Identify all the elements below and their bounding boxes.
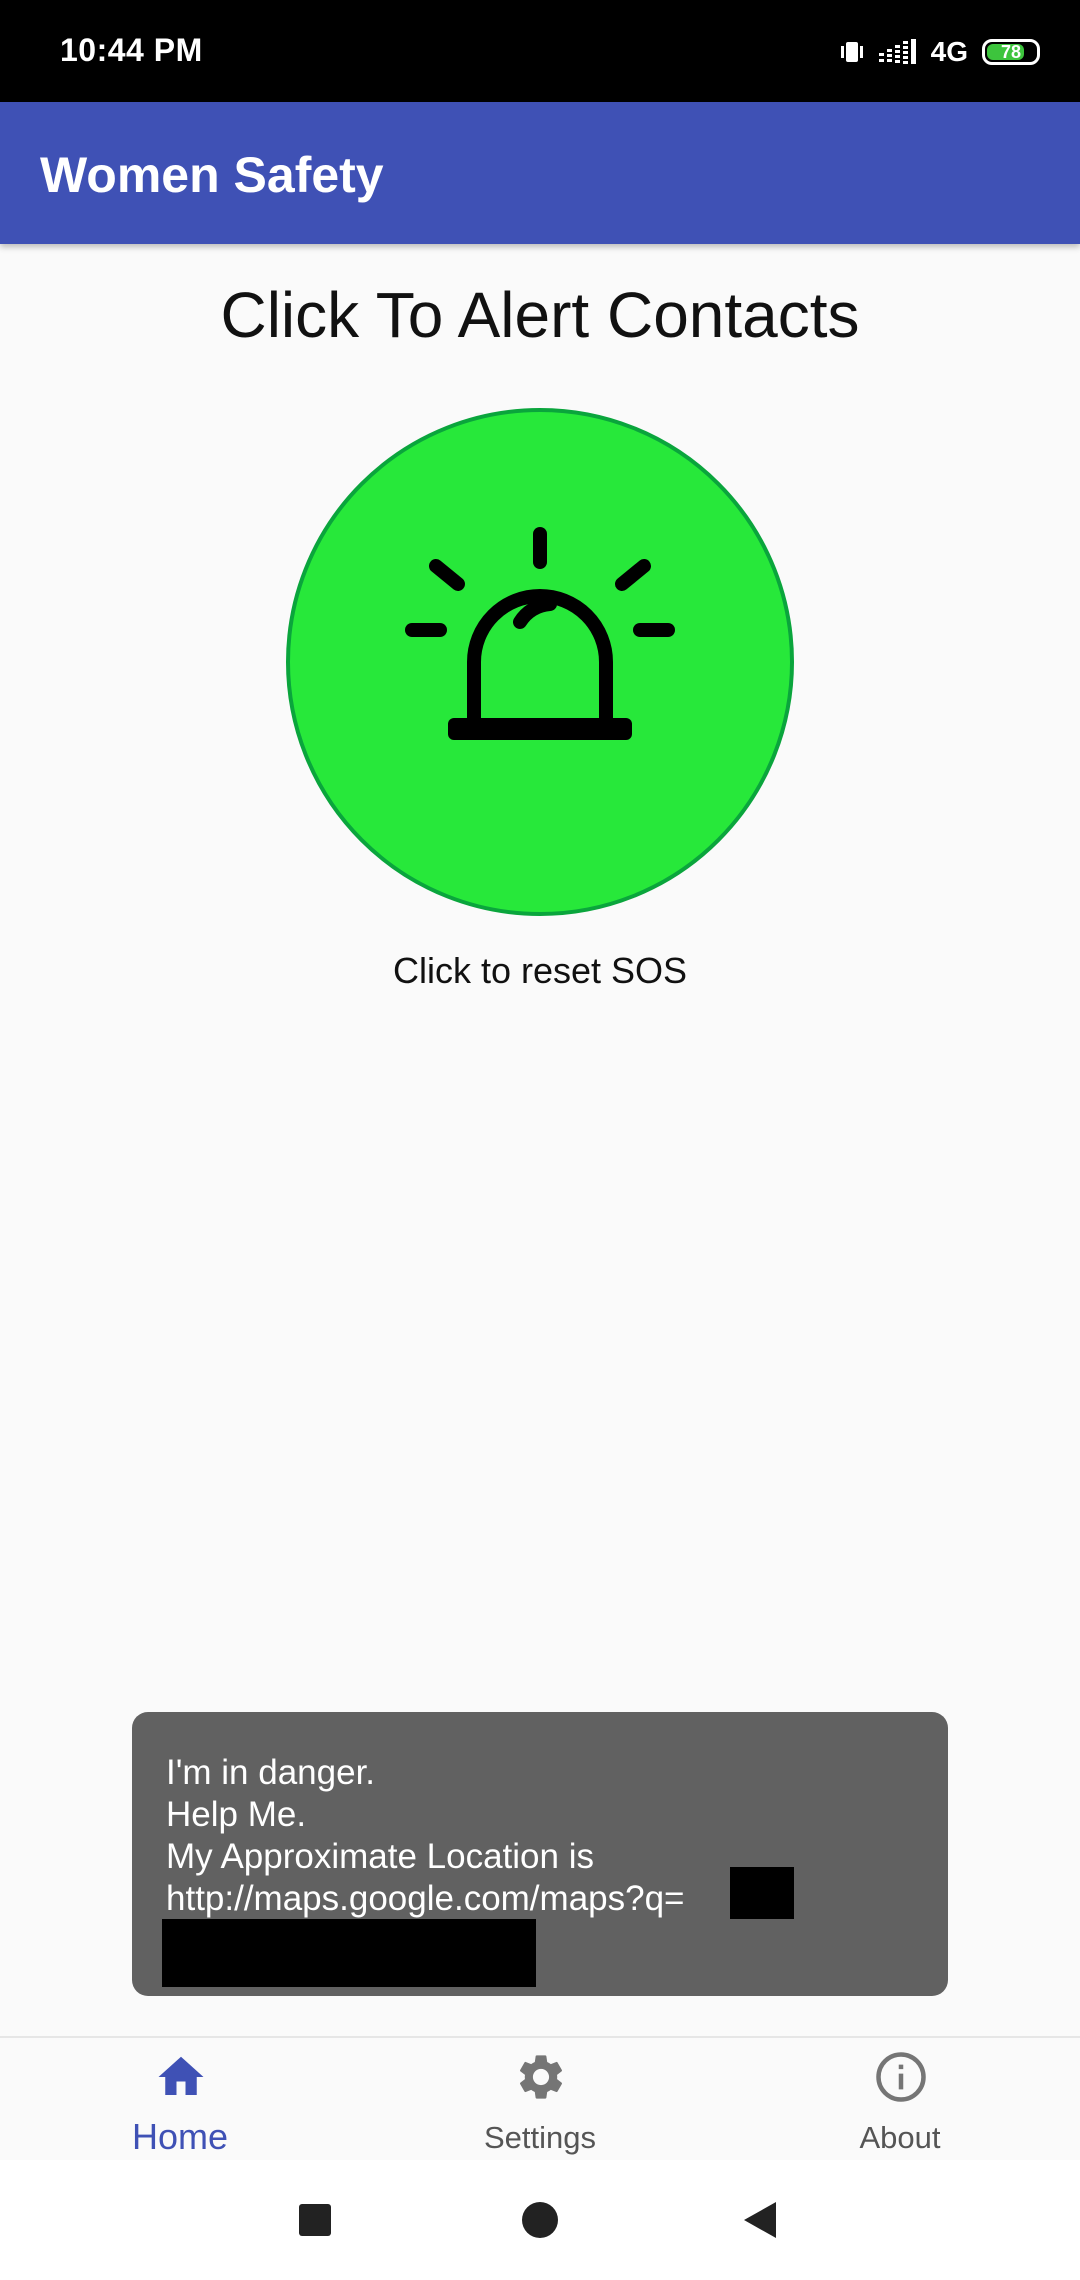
recents-button[interactable] — [298, 2203, 332, 2237]
redacted-block — [730, 1867, 794, 1919]
nav-item-home[interactable]: Home — [0, 2038, 360, 2160]
nav-item-settings[interactable]: Settings — [360, 2038, 720, 2160]
back-button[interactable] — [740, 2200, 778, 2240]
signal-icon — [878, 39, 916, 64]
nav-label-settings: Settings — [483, 2120, 596, 2155]
app-bar: Women Safety — [0, 102, 1080, 244]
status-icons: 4G 78 — [839, 36, 1040, 68]
sos-button[interactable] — [286, 408, 794, 916]
redacted-block — [162, 1919, 536, 1987]
reset-sos-label[interactable]: Click to reset SOS — [0, 950, 1080, 992]
battery-level: 78 — [1000, 41, 1022, 62]
page-heading: Click To Alert Contacts — [220, 279, 860, 351]
toast-line: http://maps.google.com/maps?q= — [166, 1879, 685, 1918]
system-nav-bar — [0, 2160, 1080, 2280]
home-icon — [158, 2056, 204, 2095]
home-button[interactable] — [520, 2200, 560, 2240]
nav-item-about[interactable]: About — [720, 2038, 1080, 2160]
battery-icon: 78 — [982, 39, 1040, 65]
vibrate-icon — [840, 42, 863, 62]
location-toast: I'm in danger. Help Me. My Approximate L… — [132, 1712, 948, 1996]
nav-label-home: Home — [131, 2116, 229, 2157]
status-bar: 10:44 PM 4G 78 — [0, 0, 1080, 102]
toast-line: My Approximate Location is — [166, 1837, 594, 1876]
toast-line: Help Me. — [166, 1795, 307, 1834]
network-type: 4G — [930, 36, 968, 67]
nav-label-about: About — [859, 2120, 941, 2155]
gear-icon — [519, 2055, 563, 2099]
siren-icon — [405, 527, 675, 740]
app-title: Women Safety — [40, 147, 384, 203]
info-icon — [876, 2052, 926, 2102]
bottom-navigation: Home Settings About — [0, 2036, 1080, 2160]
toast-line: I'm in danger. — [166, 1753, 376, 1792]
status-time: 10:44 PM — [60, 32, 203, 68]
